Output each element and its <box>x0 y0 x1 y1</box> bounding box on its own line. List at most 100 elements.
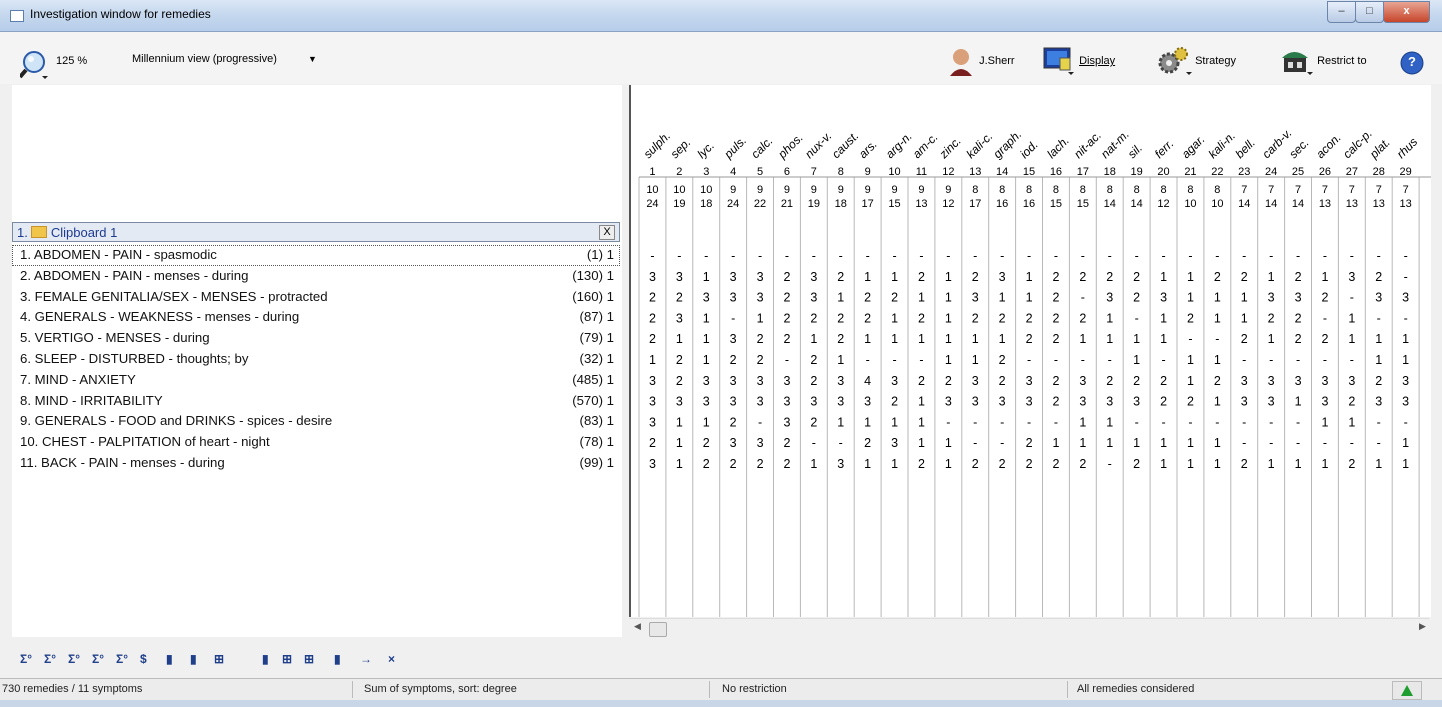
remedy-name[interactable]: kali-n. <box>1206 129 1239 162</box>
grid-cell[interactable]: 1 <box>891 457 898 471</box>
strategy-button[interactable]: Strategy <box>1156 46 1236 76</box>
grid-cell[interactable]: - <box>1323 249 1327 263</box>
symptom-row[interactable]: 5. VERTIGO - MENSES - during (79) 1 <box>12 328 620 349</box>
grid-cell[interactable]: 2 <box>918 270 925 284</box>
grid-cell[interactable]: - <box>1161 249 1165 263</box>
grid-cell[interactable]: 1 <box>1079 436 1086 450</box>
grid-cell[interactable]: - <box>1135 415 1139 429</box>
grid-cell[interactable]: 2 <box>649 436 656 450</box>
grid-cell[interactable]: 2 <box>810 415 817 429</box>
bar-chart-icon[interactable]: ▮ <box>166 652 173 666</box>
remedy-name[interactable]: carb-v. <box>1259 126 1294 161</box>
scroll-left-icon[interactable]: ◀ <box>634 621 641 632</box>
grid-cell[interactable]: 3 <box>837 395 844 409</box>
grid-cell[interactable]: 1 <box>1268 332 1275 346</box>
symptom-row[interactable]: 4. GENERALS - WEAKNESS - menses - during… <box>12 307 620 328</box>
grid-cell[interactable]: 1 <box>837 353 844 367</box>
grid-cell[interactable]: - <box>1188 415 1192 429</box>
grid-cell[interactable]: 2 <box>783 332 790 346</box>
grid-cell[interactable]: 2 <box>918 374 925 388</box>
grid-cell[interactable]: 2 <box>972 270 979 284</box>
grid-cell[interactable]: 1 <box>918 436 925 450</box>
grid-cell[interactable]: - <box>1027 353 1031 367</box>
grid-cell[interactable]: 1 <box>1348 415 1355 429</box>
grid-cell[interactable]: 2 <box>1052 270 1059 284</box>
grid-cell[interactable]: 2 <box>918 457 925 471</box>
grid-cell[interactable]: - <box>731 311 735 325</box>
grid-cell[interactable]: 2 <box>810 374 817 388</box>
view-mode-dropdown[interactable]: Millennium view (progressive) ▼ <box>122 46 344 72</box>
grid-cell[interactable]: 2 <box>1079 457 1086 471</box>
grid-cell[interactable]: 2 <box>1026 436 1033 450</box>
grid-cell[interactable]: 1 <box>1214 436 1221 450</box>
grid-cell[interactable]: - <box>1350 436 1354 450</box>
sum-intensity-icon[interactable]: Σ° <box>44 652 56 666</box>
grid-cell[interactable]: 3 <box>1106 395 1113 409</box>
grid-cell[interactable]: 1 <box>945 353 952 367</box>
grid-cell[interactable]: 1 <box>1214 311 1221 325</box>
grid-cell[interactable]: 2 <box>1241 270 1248 284</box>
grid-cell[interactable]: 3 <box>649 374 656 388</box>
grid-cell[interactable]: 2 <box>1133 270 1140 284</box>
grid-cell[interactable]: 1 <box>1214 457 1221 471</box>
grid-cell[interactable]: 1 <box>1106 311 1113 325</box>
grid-cell[interactable]: - <box>1242 415 1246 429</box>
grid-view-icon[interactable]: ⊞ <box>282 652 292 666</box>
grid-cell[interactable]: 1 <box>1402 457 1409 471</box>
grid-cell[interactable]: 1 <box>1321 415 1328 429</box>
grid-cell[interactable]: 2 <box>649 311 656 325</box>
symptom-row[interactable]: 10. CHEST - PALPITATION of heart - night… <box>12 432 620 453</box>
grid-cell[interactable]: 1 <box>864 332 871 346</box>
grid-cell[interactable]: 3 <box>703 395 710 409</box>
grid-cell[interactable]: 1 <box>891 332 898 346</box>
grid-cell[interactable]: 2 <box>999 457 1006 471</box>
grid-cell[interactable]: - <box>1054 249 1058 263</box>
grid-cell[interactable]: 1 <box>972 353 979 367</box>
grid-cell[interactable]: 1 <box>649 353 656 367</box>
grid-cell[interactable]: 3 <box>891 374 898 388</box>
grid-cell[interactable]: 2 <box>1106 270 1113 284</box>
grid-cell[interactable]: 3 <box>1402 374 1409 388</box>
clipboard-header[interactable]: 1. Clipboard 1 X <box>12 222 620 242</box>
remedy-name[interactable]: puls. <box>721 133 750 162</box>
grid-cell[interactable]: 1 <box>1187 353 1194 367</box>
grid-cell[interactable]: 1 <box>703 270 710 284</box>
grid-cell[interactable]: 1 <box>864 270 871 284</box>
grid-cell[interactable]: 2 <box>1375 270 1382 284</box>
grid-cell[interactable]: - <box>1269 436 1273 450</box>
remedy-name[interactable]: calc. <box>748 134 775 161</box>
symptom-row[interactable]: 2. ABDOMEN - PAIN - menses - during (130)… <box>12 266 620 287</box>
grid-cell[interactable]: 1 <box>1241 311 1248 325</box>
grid-cell[interactable]: 2 <box>891 395 898 409</box>
grid-cell[interactable]: - <box>1215 332 1219 346</box>
grid-cell[interactable]: 1 <box>945 270 952 284</box>
grid-cell[interactable]: 1 <box>891 270 898 284</box>
grid-cell[interactable]: 3 <box>757 374 764 388</box>
grid-cell[interactable]: 2 <box>891 291 898 305</box>
grid-cell[interactable]: 2 <box>810 353 817 367</box>
grid-cell[interactable]: - <box>1135 249 1139 263</box>
grid-cell[interactable]: 2 <box>1241 332 1248 346</box>
grid-cell[interactable]: 2 <box>1295 270 1302 284</box>
grid-cell[interactable]: 2 <box>1026 457 1033 471</box>
dollar-sum-icon[interactable]: $ <box>140 652 147 666</box>
grid-cell[interactable]: 2 <box>1160 395 1167 409</box>
grid-cell[interactable]: 3 <box>649 415 656 429</box>
grid-cell[interactable]: 3 <box>864 395 871 409</box>
grid-cell[interactable]: - <box>1377 436 1381 450</box>
number-grid-icon[interactable]: ⊞ <box>304 652 314 666</box>
grid-cell[interactable]: 2 <box>1052 311 1059 325</box>
grid-cell[interactable]: 1 <box>1348 311 1355 325</box>
grid-cell[interactable]: 1 <box>1268 270 1275 284</box>
grid-cell[interactable]: - <box>1027 415 1031 429</box>
minimize-button[interactable]: – <box>1327 1 1356 23</box>
grid-cell[interactable]: 3 <box>972 374 979 388</box>
grid-cell[interactable]: 1 <box>1402 436 1409 450</box>
grid-cell[interactable]: 2 <box>1375 374 1382 388</box>
grid-cell[interactable]: 2 <box>999 353 1006 367</box>
remedy-name[interactable]: lach. <box>1044 133 1072 161</box>
sum-degree-icon[interactable]: Σ° <box>68 652 80 666</box>
grid-cell[interactable]: 1 <box>1052 436 1059 450</box>
grid-cell[interactable]: 2 <box>783 270 790 284</box>
grid-cell[interactable]: 2 <box>1026 332 1033 346</box>
